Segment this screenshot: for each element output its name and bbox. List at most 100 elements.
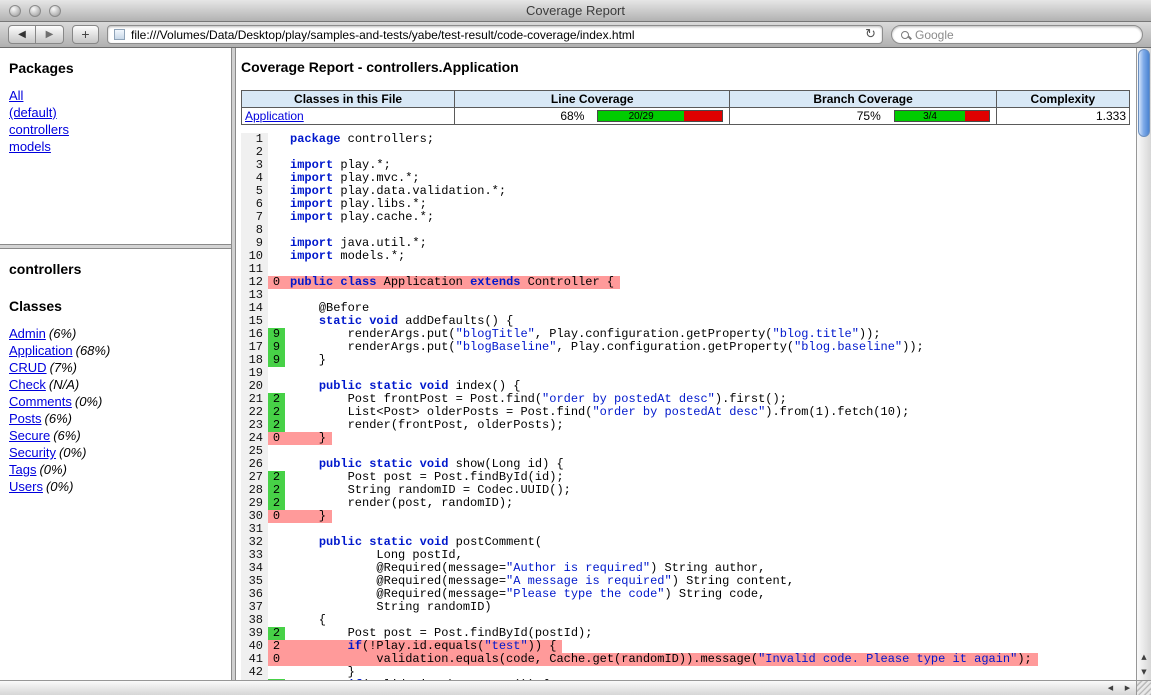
line-number: 6 [241, 198, 268, 211]
classes-heading: Classes [9, 298, 222, 314]
scroll-down-button[interactable]: ▼ [1137, 665, 1151, 680]
package-list: All (default) controllers models [9, 87, 222, 155]
reload-icon[interactable]: ↻ [865, 27, 876, 42]
title-bar[interactable]: Coverage Report [0, 0, 1151, 22]
class-link[interactable]: Application [9, 343, 73, 358]
page-favicon-icon [114, 29, 125, 40]
forward-button[interactable]: ▶ [36, 25, 64, 44]
source-line: 37 String randomID) [241, 601, 1130, 614]
sidebar: Packages All (default) controllers model… [0, 48, 231, 680]
col-complexity: Complexity [996, 91, 1129, 108]
code-text: public class Application extends Control… [285, 276, 620, 289]
hit-count [268, 250, 285, 263]
branch-coverage-pct: 75% [857, 109, 881, 123]
code-text: renderArgs.put("blogBaseline", Play.conf… [285, 341, 930, 354]
line-number: 3 [241, 159, 268, 172]
source-line: 232 render(frontPost, olderPosts); [241, 419, 1130, 432]
class-coverage-pct: (0%) [46, 479, 73, 494]
hit-count [268, 172, 285, 185]
col-branch-coverage: Branch Coverage [730, 91, 996, 108]
class-item: Posts(6%) [9, 410, 222, 427]
code-text: package controllers; [285, 133, 440, 146]
search-placeholder[interactable]: Google [915, 28, 954, 42]
class-link[interactable]: Posts [9, 411, 42, 426]
hit-count [268, 289, 285, 302]
hit-count [268, 185, 285, 198]
source-line: 10import models.*; [241, 250, 1130, 263]
code-text: validation.equals(code, Cache.get(random… [285, 653, 1038, 666]
source-line: 179 renderArgs.put("blogBaseline", Play.… [241, 341, 1130, 354]
line-number: 1 [241, 133, 268, 146]
summary-data-row: Application 68% 20/29 75% 3/4 [242, 108, 1130, 125]
zoom-button[interactable] [49, 5, 61, 17]
hit-count [268, 133, 285, 146]
class-item: Users(0%) [9, 478, 222, 495]
page-content: Packages All (default) controllers model… [0, 48, 1151, 680]
summary-table: Classes in this File Line Coverage Branc… [241, 90, 1130, 125]
hit-count: 0 [268, 510, 285, 523]
hit-count [268, 575, 285, 588]
line-number: 4 [241, 172, 268, 185]
source-line: 189 } [241, 354, 1130, 367]
class-link[interactable]: Admin [9, 326, 46, 341]
hit-count [268, 237, 285, 250]
vertical-scroll-arrows: ▲ ▼ [1137, 650, 1151, 680]
package-heading: controllers [9, 261, 222, 277]
col-classes-in-file: Classes in this File [242, 91, 455, 108]
class-coverage-pct: (6%) [53, 428, 80, 443]
class-coverage-pct: (6%) [49, 326, 76, 341]
url-text[interactable]: file:///Volumes/Data/Desktop/play/sample… [131, 28, 859, 42]
class-item: Tags(0%) [9, 461, 222, 478]
line-coverage-cell: 68% 20/29 [458, 109, 726, 123]
close-button[interactable] [9, 5, 21, 17]
class-link[interactable]: Comments [9, 394, 72, 409]
hit-count: 0 [268, 432, 285, 445]
code-text: import models.*; [285, 250, 411, 263]
package-link-models[interactable]: models [9, 138, 222, 155]
report-main: Coverage Report - controllers.Applicatio… [236, 48, 1136, 680]
minimize-button[interactable] [29, 5, 41, 17]
class-item: Admin(6%) [9, 325, 222, 342]
add-bookmark-button[interactable]: + [72, 25, 99, 44]
line-coverage-pct: 68% [560, 109, 584, 123]
package-link-controllers[interactable]: controllers [9, 121, 222, 138]
nav-button-group: ◀ ▶ [8, 25, 64, 44]
class-item: Check(N/A) [9, 376, 222, 393]
line-number: 2 [241, 146, 268, 159]
scroll-right-button[interactable]: ▶ [1119, 681, 1136, 695]
hit-count [268, 146, 285, 159]
class-link[interactable]: Security [9, 445, 56, 460]
class-link[interactable]: Users [9, 479, 43, 494]
vertical-scrollbar[interactable]: ▲ ▼ [1136, 48, 1151, 680]
hit-count: 0 [268, 276, 285, 289]
package-link-all[interactable]: All [9, 87, 222, 104]
class-file-link[interactable]: Application [245, 109, 304, 123]
class-item: CRUD(7%) [9, 359, 222, 376]
code-text: } [285, 354, 332, 367]
class-link[interactable]: Check [9, 377, 46, 392]
vertical-scrollbar-thumb[interactable] [1138, 49, 1150, 137]
horizontal-scrollbar[interactable]: ◀ ▶ [0, 680, 1151, 695]
source-line: 1 package controllers; [241, 133, 1130, 146]
class-coverage-pct: (0%) [75, 394, 102, 409]
class-link[interactable]: Tags [9, 462, 36, 477]
address-bar[interactable]: file:///Volumes/Data/Desktop/play/sample… [107, 25, 883, 44]
line-number: 8 [241, 224, 268, 237]
packages-pane: Packages All (default) controllers model… [0, 48, 231, 244]
complexity-value: 1.333 [996, 108, 1129, 125]
source-line: 13 [241, 289, 1130, 302]
back-button[interactable]: ◀ [8, 25, 36, 44]
package-link-default[interactable]: (default) [9, 104, 222, 121]
source-line: 240 } [241, 432, 1130, 445]
branch-coverage-ratio: 3/4 [923, 111, 937, 122]
code-text: render(frontPost, olderPosts); [285, 419, 570, 432]
resize-grip[interactable] [1136, 681, 1151, 695]
class-link[interactable]: CRUD [9, 360, 47, 375]
scroll-left-button[interactable]: ◀ [1102, 681, 1119, 695]
class-link[interactable]: Secure [9, 428, 50, 443]
class-coverage-pct: (7%) [50, 360, 77, 375]
search-field[interactable]: Google [891, 25, 1143, 44]
scroll-up-button[interactable]: ▲ [1137, 650, 1151, 665]
class-item: Security(0%) [9, 444, 222, 461]
class-coverage-pct: (6%) [45, 411, 72, 426]
